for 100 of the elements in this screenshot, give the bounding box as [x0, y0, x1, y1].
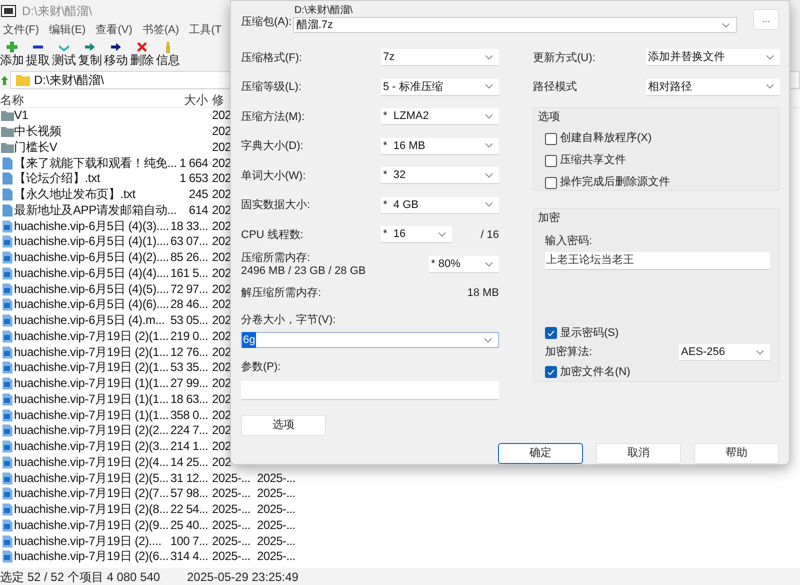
table-cell: 2025-...: [257, 518, 296, 533]
toolbar-button[interactable]: 提取: [26, 40, 50, 68]
dropdown[interactable]: * 32: [381, 167, 499, 184]
chevron-icon: [485, 172, 493, 178]
toolbar-button[interactable]: 复制: [78, 40, 102, 68]
archive-path: D:\来财\醋溜\: [294, 5, 354, 17]
dropdown[interactable]: * LZMA2: [381, 108, 499, 126]
checkbox[interactable]: [545, 176, 557, 188]
file-size-cell: 224 7...: [170, 423, 208, 438]
column-header[interactable]: 修: [212, 92, 224, 108]
toolbar-button[interactable]: 测试: [52, 40, 76, 68]
field-label: 压缩包(A):: [241, 14, 293, 30]
toolbar-button[interactable]: 删除: [130, 40, 154, 68]
file-size-cell: 14 25...: [170, 454, 208, 470]
checkbox[interactable]: [545, 154, 557, 166]
file-name-cell: huachishe.vip-6月5日 (4)(3)....: [14, 218, 169, 233]
menu-item[interactable]: 查看(V): [96, 22, 132, 39]
field-label: 更新方式(U):: [533, 50, 596, 66]
chevron-icon: [766, 84, 774, 90]
delete-icon: [136, 41, 148, 53]
parameters-field[interactable]: [241, 380, 499, 400]
file-size-cell: 25 40...: [170, 518, 208, 533]
modified-cell: 202: [212, 108, 232, 122]
dialog-button[interactable]: 取消: [596, 442, 681, 464]
file-name-cell: 【永久地址发布页】.txt: [14, 187, 136, 202]
column-header[interactable]: 大小: [184, 92, 208, 108]
menu-item[interactable]: 书签(A): [142, 22, 180, 39]
folder-icon: [16, 74, 30, 86]
file-size-cell: 18 33...: [170, 218, 208, 234]
file-name-cell: huachishe.vip-7月19日 (2)(7...: [14, 486, 168, 500]
window-title: D:\来财\醋溜\: [22, 2, 92, 20]
chevron-icon: [484, 338, 492, 342]
file-name-cell: huachishe.vip-7月19日 (1)(1...: [14, 392, 168, 406]
dropdown[interactable]: 5 - 标准压缩: [381, 78, 499, 96]
chevron-icon: [485, 202, 493, 208]
toolbar-button[interactable]: 移动: [104, 40, 128, 68]
modified-cell: 2025-...: [212, 502, 250, 516]
dropdown[interactable]: 添加并替换文件: [646, 49, 780, 66]
modified-cell: 202: [212, 423, 232, 438]
file-name-cell: 中长视频: [14, 124, 62, 138]
toolbar-button[interactable]: 添加: [0, 40, 24, 68]
status-text: 2025-05-29 23:25:49: [187, 568, 298, 585]
volume-size-field[interactable]: 6g: [241, 332, 499, 348]
modified-cell: 202: [212, 218, 232, 233]
password-field[interactable]: 上老王论坛当老王: [545, 252, 770, 270]
table-cell: 2025-...: [257, 534, 296, 549]
modified-cell: 202: [212, 344, 232, 359]
video-file-icon: [2, 392, 12, 406]
file-size-cell: 22 54...: [170, 502, 208, 518]
file-name-cell: huachishe.vip-6月5日 (4).m...: [14, 313, 165, 328]
video-file-icon: [2, 330, 12, 343]
menu-item[interactable]: 编辑(E): [49, 22, 86, 39]
file-size-cell: 72 97...: [170, 282, 208, 297]
dropdown[interactable]: * 16 MB: [381, 138, 499, 155]
document-icon: [2, 188, 12, 202]
checkbox[interactable]: [545, 327, 557, 340]
options-button[interactable]: 选项: [241, 414, 326, 436]
dropdown[interactable]: * 4 GB: [381, 196, 499, 214]
modified-cell: 202: [212, 266, 232, 280]
menu-item[interactable]: 工具(T: [189, 22, 222, 39]
video-file-icon: [2, 361, 12, 374]
dropdown[interactable]: 相对路径: [646, 78, 780, 96]
chevron-icon: [485, 143, 493, 148]
file-name-cell: 最新地址及APP请发邮箱自动...: [14, 202, 177, 217]
file-name-cell: huachishe.vip-7月19日 (2)(2...: [14, 423, 168, 438]
modified-cell: 202: [212, 282, 232, 296]
menu-item[interactable]: 文件(F): [3, 22, 40, 39]
file-size-cell: 314 4...: [170, 549, 208, 564]
chevron-icon: [722, 22, 730, 28]
dialog-button[interactable]: 帮助: [694, 442, 779, 464]
dialog-button[interactable]: 确定: [498, 442, 583, 464]
checkbox[interactable]: [545, 132, 557, 144]
browse-button[interactable]: ...: [753, 9, 779, 30]
dropdown[interactable]: * 80%: [429, 256, 499, 273]
video-file-icon: [2, 266, 12, 280]
arrow-right-icon: [84, 41, 96, 53]
modified-cell: 202: [212, 297, 232, 312]
toolbar-button[interactable]: 信息: [156, 40, 180, 68]
column-header[interactable]: 名称: [0, 92, 184, 108]
video-file-icon: [2, 487, 12, 500]
checkbox[interactable]: [545, 366, 557, 378]
dropdown[interactable]: AES-256: [679, 344, 770, 362]
field-label: 解压缩所需内存:: [241, 286, 322, 302]
folder-icon: [0, 110, 14, 122]
file-size-cell: 12 76...: [170, 344, 208, 360]
field-label: 参数(P):: [241, 360, 282, 375]
dropdown[interactable]: * 16: [381, 226, 452, 244]
modified-cell: 202: [212, 140, 232, 154]
modified-cell: 202: [212, 313, 232, 328]
video-file-icon: [2, 377, 12, 390]
modified-cell: 202: [212, 408, 232, 422]
table-cell: 2025-...: [257, 549, 296, 564]
plus-icon: [6, 41, 18, 53]
status-text: 选定 52 / 52 个项目 4 080 540: [0, 568, 162, 585]
dropdown[interactable]: 7z: [381, 49, 499, 66]
check-icon: [547, 330, 555, 337]
memory-reading: 18 MB: [467, 286, 499, 302]
modified-cell: 202: [212, 376, 232, 390]
file-size-cell: 614: [188, 202, 208, 218]
archive-name-field[interactable]: 醋溜.7z: [293, 17, 738, 33]
